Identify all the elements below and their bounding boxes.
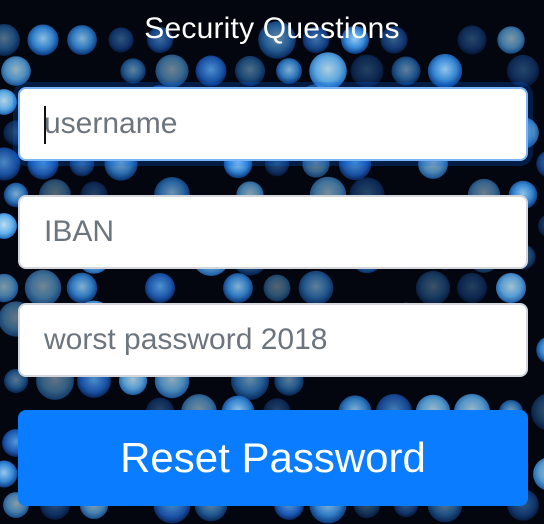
reset-password-button[interactable]: Reset Password (18, 410, 528, 506)
page-title: Security Questions (144, 12, 400, 45)
username-field[interactable] (18, 87, 528, 161)
security-answer-field[interactable] (18, 303, 528, 377)
text-caret (44, 106, 46, 144)
iban-field[interactable] (18, 195, 528, 269)
